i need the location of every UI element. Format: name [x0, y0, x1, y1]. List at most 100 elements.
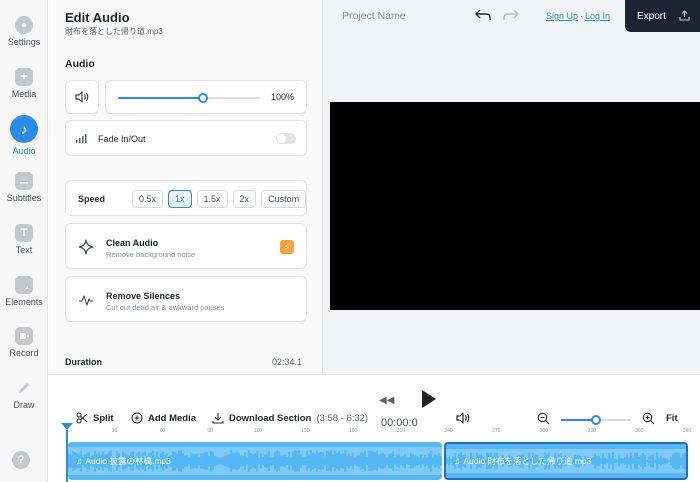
- download-section-label: Download Section: [229, 412, 312, 424]
- clip-label: ♫ Audio 財布を落とした帰り道.mp3: [454, 455, 591, 467]
- sign-up-link[interactable]: Sign Up: [546, 11, 578, 21]
- sidebar-item-media[interactable]: + Media: [0, 68, 48, 99]
- speed-option-1x[interactable]: 1x: [168, 190, 192, 208]
- edit-audio-panel: Edit Audio 財布を落とした帰り道.mp3 Audio 100% Fad…: [49, 0, 323, 374]
- clean-audio-card[interactable]: Clean Audio Remove background noise ⚡: [65, 223, 307, 269]
- volume-slider-thumb[interactable]: [198, 93, 209, 103]
- log-in-link[interactable]: Log In: [585, 11, 610, 21]
- ruler-tick: 120: [253, 428, 262, 434]
- speed-option-custom[interactable]: Custom: [261, 190, 307, 208]
- ruler-tick: 390: [682, 428, 692, 434]
- panel-title: Edit Audio: [65, 10, 130, 25]
- ruler-tick: 90: [207, 428, 213, 434]
- speed-row: Speed 0.5x 1x 1.5x 2x Custom: [65, 180, 307, 216]
- section-audio-label: Audio: [65, 58, 95, 70]
- speed-option-2x[interactable]: 2x: [232, 190, 257, 208]
- export-label: Export: [637, 10, 666, 22]
- zoom-slider[interactable]: [561, 415, 631, 425]
- duration-value: 02:34.1: [271, 357, 302, 367]
- waveform-icon: [79, 295, 93, 306]
- mute-button[interactable]: [65, 80, 99, 114]
- music-note-icon: ♫: [454, 456, 461, 466]
- music-note-icon: ♪: [10, 115, 38, 143]
- sparkle-icon: [78, 239, 94, 255]
- project-name[interactable]: Project Name: [342, 10, 406, 22]
- remove-silences-card[interactable]: Remove Silences Cut out dead air & awkwa…: [65, 276, 307, 322]
- speed-option-0-5x[interactable]: 0.5x: [132, 190, 164, 208]
- timeline-ruler[interactable]: 30 60 90 120 150 180 210 240 270 300 330 360 390: [67, 428, 691, 438]
- sidebar-item-label: Settings: [7, 37, 41, 47]
- panel-file-name: 財布を落とした帰り道.mp3: [65, 27, 163, 36]
- text-icon: T: [15, 224, 33, 242]
- playhead-marker[interactable]: [61, 423, 73, 430]
- rewind-icon[interactable]: ◀◀: [379, 395, 394, 406]
- volume-slider[interactable]: [118, 93, 260, 103]
- speed-options: 0.5x 1x 1.5x 2x Custom: [132, 190, 307, 208]
- clean-audio-title: Clean Audio: [106, 238, 159, 248]
- speed-option-1-5x[interactable]: 1.5x: [196, 190, 228, 208]
- timeline: ◀◀ Split Add Media Download Section (3:5…: [49, 374, 700, 482]
- audio-clip[interactable]: ♫ Audio 披露の林檎.mp3: [68, 442, 442, 480]
- ruler-tick: 360: [635, 428, 644, 434]
- sidebar-item-draw[interactable]: Draw: [0, 379, 48, 410]
- sidebar-item-record[interactable]: Record: [0, 327, 48, 358]
- export-button[interactable]: Export: [625, 0, 700, 32]
- play-icon[interactable]: [421, 389, 437, 414]
- pen-icon: [15, 379, 33, 397]
- scissors-icon: [76, 412, 88, 424]
- speaker-icon: [75, 91, 89, 103]
- music-note-icon: ♫: [76, 456, 83, 466]
- duration-label: Duration: [65, 357, 102, 367]
- add-media-button[interactable]: Add Media: [131, 412, 196, 424]
- sidebar-item-label: Record: [9, 348, 39, 358]
- fade-toggle[interactable]: [276, 133, 296, 144]
- fade-label: Fade In/Out: [98, 134, 146, 144]
- undo-icon[interactable]: [474, 8, 492, 26]
- volume-control: 100%: [105, 80, 307, 114]
- fit-button[interactable]: Fit: [666, 413, 678, 424]
- download-range: (3:58 - 6:32): [316, 412, 369, 424]
- ruler-tick: 330: [587, 428, 596, 434]
- ruler-tick: 210: [396, 428, 406, 434]
- sidebar-item-audio[interactable]: ♪ Audio: [0, 115, 48, 156]
- audio-clip-selected[interactable]: ♫ Audio 財布を落とした帰り道.mp3: [444, 442, 688, 480]
- sidebar-item-subtitles[interactable]: Subtitles: [0, 172, 48, 203]
- ruler-tick: 240: [444, 428, 453, 434]
- video-preview[interactable]: [330, 102, 700, 310]
- sidebar-item-label: Text: [15, 245, 33, 255]
- redo-icon[interactable]: [502, 8, 520, 26]
- elements-icon: [15, 276, 33, 294]
- help-icon[interactable]: ?: [12, 451, 30, 469]
- top-header: Project Name Sign Up · Log In Export: [324, 0, 700, 32]
- ruler-tick: 180: [348, 428, 358, 434]
- sidebar-item-settings[interactable]: Settings: [0, 16, 48, 47]
- signal-bars-icon: [76, 134, 87, 143]
- sidebar-item-label: Elements: [5, 297, 43, 307]
- ruler-tick: 30: [111, 428, 118, 434]
- fade-toggle-knob: [277, 134, 286, 143]
- clip-label-text: Audio 披露の林檎.mp3: [85, 456, 171, 466]
- sidebar-item-text[interactable]: T Text: [0, 224, 48, 255]
- clip-label: ♫ Audio 披露の林檎.mp3: [76, 455, 171, 467]
- remove-silences-title: Remove Silences: [106, 291, 181, 301]
- auth-links: Sign Up · Log In: [546, 11, 610, 21]
- clip-label-text: Audio 財布を落とした帰り道.mp3: [463, 456, 592, 466]
- remove-silences-subtitle: Cut out dead air & awkward pauses: [106, 303, 225, 312]
- ruler-tick: 300: [539, 428, 549, 434]
- record-icon: [15, 327, 33, 345]
- sidebar-item-label: Media: [11, 89, 37, 99]
- zoom-slider-thumb[interactable]: [591, 415, 601, 425]
- ruler-tick: 270: [492, 428, 501, 434]
- gear-icon: [15, 16, 33, 34]
- download-icon: [212, 413, 224, 424]
- sidebar-item-label: Audio: [12, 146, 36, 156]
- sidebar-item-elements[interactable]: Elements: [0, 276, 48, 307]
- sidebar-item-label: Subtitles: [6, 193, 42, 203]
- download-section-button[interactable]: Download Section (3:58 - 6:32): [212, 412, 368, 424]
- left-rail: Settings + Media ♪ Audio Subtitles T Tex…: [0, 0, 48, 482]
- sidebar-item-label: Draw: [13, 400, 35, 410]
- split-button[interactable]: Split: [76, 412, 114, 424]
- volume-slider-fill: [118, 97, 204, 99]
- fade-row: Fade In/Out: [65, 120, 307, 156]
- plus-circle-icon: [131, 412, 143, 424]
